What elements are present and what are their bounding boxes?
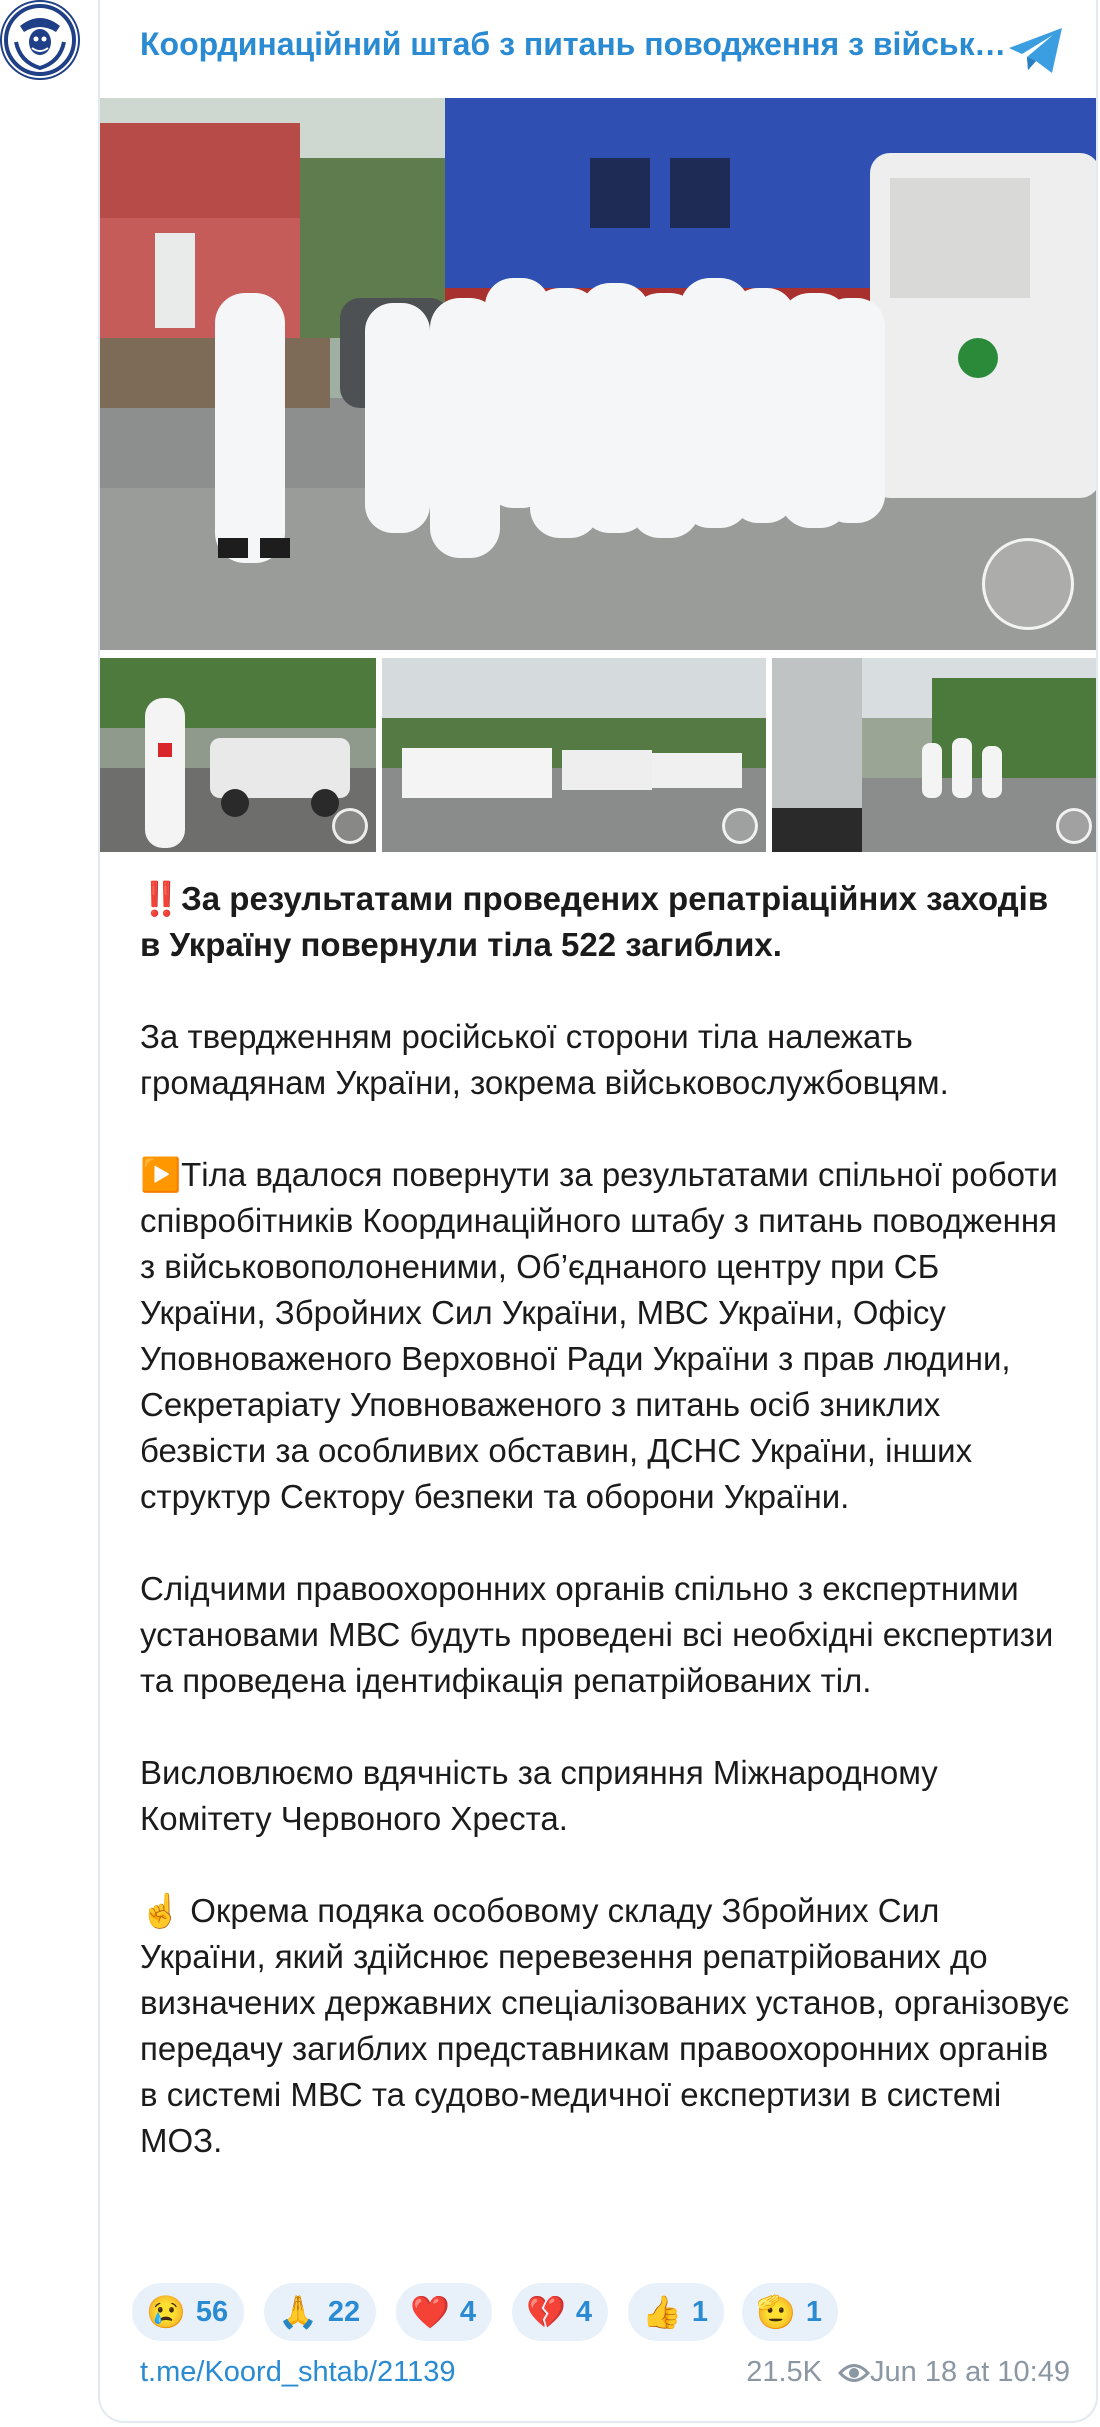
emblem-watermark-icon [722, 808, 758, 844]
reaction-heart[interactable]: ❤️ 4 [396, 2283, 492, 2341]
reaction-thumbs-up[interactable]: 👍 1 [628, 2283, 724, 2341]
red-cross-worker-photo[interactable] [100, 658, 376, 852]
message-header: Координаційний штаб з питань поводження … [100, 0, 1096, 98]
double-exclamation-icon: ‼️ [140, 880, 182, 917]
emblem-watermark-icon [982, 538, 1074, 630]
red-heart-icon: ❤️ [410, 2294, 450, 2330]
group-in-protective-suits-photo[interactable] [100, 98, 1096, 650]
message-footer: t.me/Koord_shtab/21139 21.5K Jun 18 at 1… [140, 2356, 1070, 2396]
reaction-broken-heart[interactable]: 💔 4 [512, 2283, 608, 2341]
crying-face-icon: 😢 [146, 2294, 186, 2330]
eye-icon [838, 2364, 870, 2382]
reaction-count: 1 [805, 2295, 822, 2328]
play-button-icon: ▶️ [140, 1156, 182, 1193]
emblem-icon [4, 4, 76, 76]
trucks-on-road-photo[interactable] [382, 658, 766, 852]
reaction-count: 4 [575, 2295, 592, 2328]
post-date: Jun 18 at 10:49 [870, 2356, 1070, 2388]
truck-and-walkers-photo[interactable] [772, 658, 1096, 852]
reaction-count: 56 [195, 2295, 229, 2328]
views-count: 21.5K [746, 2356, 822, 2388]
message-paragraph: Слідчими правоохоронних органів спільно … [140, 1570, 1054, 1699]
pointing-up-icon: ☝️ [140, 1892, 182, 1929]
broken-heart-icon: 💔 [526, 2294, 566, 2330]
channel-avatar[interactable] [0, 0, 80, 80]
folded-hands-icon: 🙏 [278, 2294, 318, 2330]
message-paragraph: ☝️ Окрема подяка особовому складу Збройн… [140, 1888, 1070, 2164]
message-paragraph: Висловлюємо вдячність за сприяння Міжнар… [140, 1754, 938, 1837]
reaction-count: 4 [459, 2295, 476, 2328]
reaction-salute[interactable]: 🫡 1 [742, 2283, 838, 2341]
telegram-icon[interactable] [1006, 26, 1066, 76]
emblem-watermark-icon [1056, 808, 1092, 844]
post-link[interactable]: t.me/Koord_shtab/21139 [140, 2356, 455, 2389]
saluting-face-icon: 🫡 [756, 2294, 796, 2330]
reaction-pray[interactable]: 🙏 22 [264, 2283, 377, 2341]
channel-title[interactable]: Координаційний штаб з питань поводження … [140, 26, 1020, 63]
reaction-count: 1 [691, 2295, 708, 2328]
message-paragraph: ▶️Тіла вдалося повернути за результатами… [140, 1152, 1070, 1520]
emblem-watermark-icon [332, 808, 368, 844]
reaction-crying[interactable]: 😢 56 [132, 2283, 245, 2341]
reaction-count: 22 [327, 2295, 361, 2328]
message-paragraph: За твердженням російської сторони тіла н… [140, 1018, 949, 1101]
message-paragraph: ‼️За результатами проведених репатріацій… [140, 876, 1070, 968]
message-text: ‼️За результатами проведених репатріацій… [140, 876, 1070, 2210]
thumbs-up-icon: 👍 [642, 2294, 682, 2330]
message-card: Координаційний штаб з питань поводження … [98, 0, 1098, 2423]
